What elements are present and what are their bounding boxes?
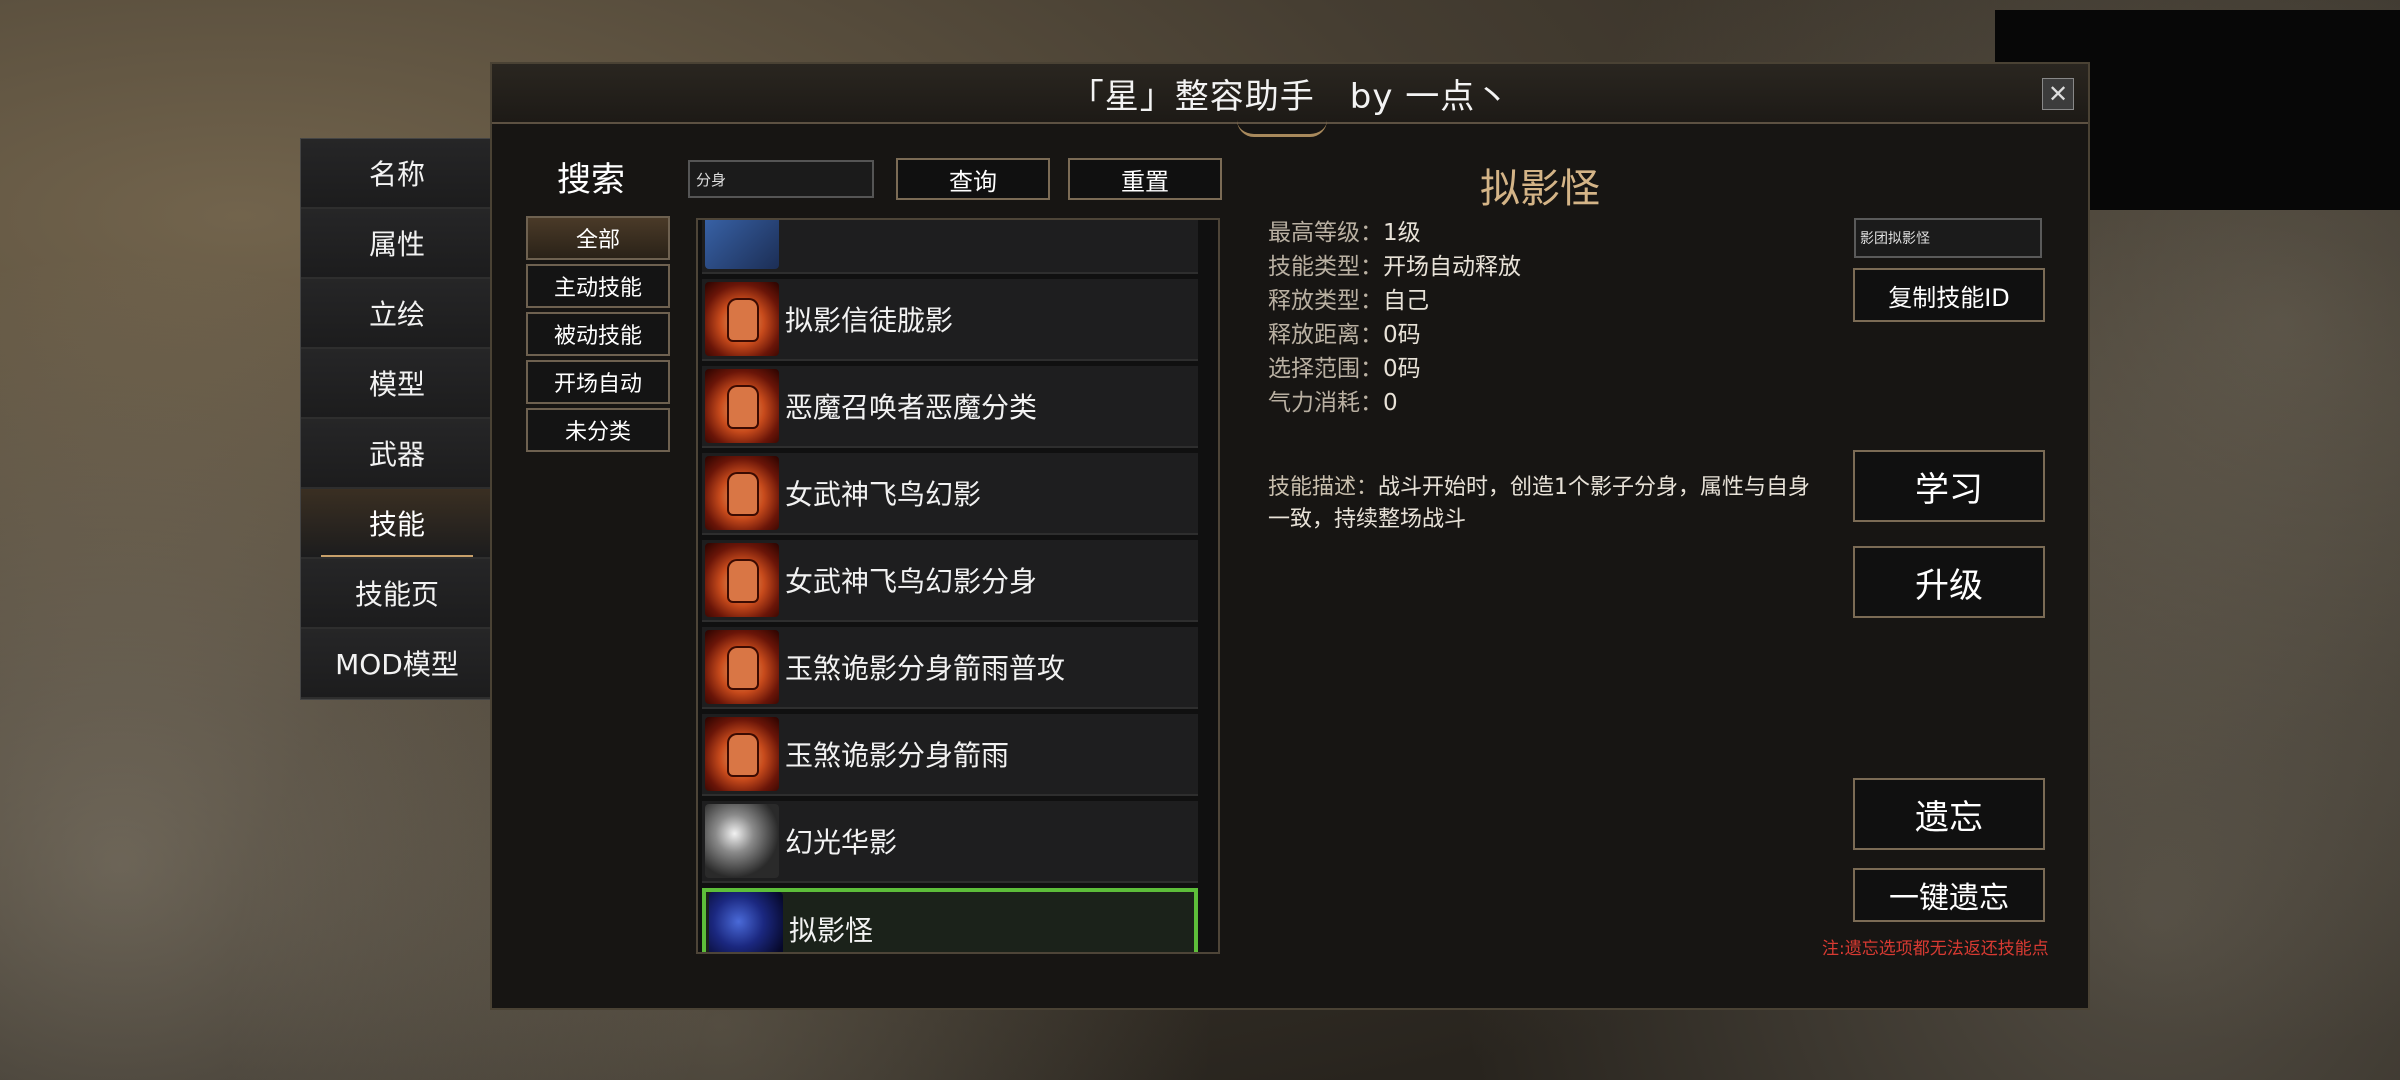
search-label: 搜索 xyxy=(557,160,625,200)
fist-icon xyxy=(705,369,779,443)
filter-passive-skills[interactable]: 被动技能 xyxy=(526,312,670,356)
nav-item-weapon[interactable]: 武器 xyxy=(301,419,493,489)
filter-active-skills[interactable]: 主动技能 xyxy=(526,264,670,308)
title-ornament xyxy=(1237,120,1327,137)
fist-icon xyxy=(705,456,779,530)
skill-list: 拟影信徒胧影 恶魔召唤者恶魔分类 女武神飞鸟幻影 女武神飞鸟幻影分身 玉煞诡影分… xyxy=(696,218,1220,954)
stat-skill-type: 技能类型：开场自动释放 xyxy=(1268,254,1521,280)
shadow-icon xyxy=(709,892,783,952)
upgrade-button[interactable]: 升级 xyxy=(1853,546,2045,618)
nav-item-model[interactable]: 模型 xyxy=(301,349,493,419)
stat-cast-type: 释放类型：自己 xyxy=(1268,288,1429,314)
skill-label: 女武神飞鸟幻影 xyxy=(785,478,982,511)
list-item[interactable]: 玉煞诡影分身箭雨普攻 xyxy=(702,627,1198,709)
stat-max-level: 最高等级：1级 xyxy=(1268,220,1421,246)
skill-label: 拟影怪 xyxy=(789,914,874,947)
fist-icon xyxy=(705,543,779,617)
filter-opening-auto[interactable]: 开场自动 xyxy=(526,360,670,404)
nav-item-name[interactable]: 名称 xyxy=(301,139,493,209)
forget-warning-note: 注:遗忘选项都无法返还技能点 xyxy=(1822,939,2049,959)
light-icon xyxy=(705,804,779,878)
filter-all[interactable]: 全部 xyxy=(526,216,670,260)
forget-button[interactable]: 遗忘 xyxy=(1853,778,2045,850)
skill-label: 玉煞诡影分身箭雨 xyxy=(785,739,1010,772)
category-nav: 名称 属性 立绘 模型 武器 技能 技能页 MOD模型 xyxy=(300,138,494,700)
copy-skill-id-button[interactable]: 复制技能ID xyxy=(1853,268,2045,322)
stat-select-range: 选择范围：0码 xyxy=(1268,356,1421,382)
nav-item-skill-page[interactable]: 技能页 xyxy=(301,559,493,629)
query-button[interactable]: 查询 xyxy=(896,158,1050,200)
skill-stats: 最高等级：1级 技能类型：开场自动释放 释放类型：自己 释放距离：0码 选择范围… xyxy=(1268,216,1521,420)
skill-label: 玉煞诡影分身箭雨普攻 xyxy=(785,652,1066,685)
nav-item-attributes[interactable]: 属性 xyxy=(301,209,493,279)
reset-button[interactable]: 重置 xyxy=(1068,158,1222,200)
list-item[interactable]: 玉煞诡影分身箭雨 xyxy=(702,714,1198,796)
close-icon[interactable]: ✕ xyxy=(2042,78,2074,110)
skill-filter-list: 全部 主动技能 被动技能 开场自动 未分类 xyxy=(526,216,670,456)
title-bar: 「星」整容助手 by 一点丶 xyxy=(492,64,2088,124)
window-title: 「星」整容助手 by 一点丶 xyxy=(1069,76,1511,117)
skill-label: 幻光华影 xyxy=(785,826,898,859)
nav-item-portrait[interactable]: 立绘 xyxy=(301,279,493,349)
filter-uncategorized[interactable]: 未分类 xyxy=(526,408,670,452)
list-item[interactable] xyxy=(702,220,1198,274)
nav-item-skills[interactable]: 技能 xyxy=(301,489,493,559)
fist-icon xyxy=(705,282,779,356)
forget-all-button[interactable]: 一键遗忘 xyxy=(1853,868,2045,922)
list-item[interactable]: 女武神飞鸟幻影 xyxy=(702,453,1198,535)
skill-label: 恶魔召唤者恶魔分类 xyxy=(785,391,1038,424)
search-input[interactable] xyxy=(688,160,874,198)
fist-icon xyxy=(705,717,779,791)
list-item[interactable]: 拟影信徒胧影 xyxy=(702,279,1198,361)
stat-cast-range: 释放距离：0码 xyxy=(1268,322,1421,348)
nav-item-mod-model[interactable]: MOD模型 xyxy=(301,629,493,699)
stat-energy-cost: 气力消耗：0 xyxy=(1268,390,1398,416)
skill-label: 女武神飞鸟幻影分身 xyxy=(785,565,1038,598)
main-panel: 「星」整容助手 by 一点丶 ✕ 搜索 查询 重置 全部 主动技能 被动技能 开… xyxy=(490,62,2090,1010)
list-item[interactable]: 恶魔召唤者恶魔分类 xyxy=(702,366,1198,448)
learn-button[interactable]: 学习 xyxy=(1853,450,2045,522)
skill-description: 技能描述：战斗开始时，创造1个影子分身，属性与自身一致，持续整场战斗 xyxy=(1268,475,1811,532)
list-item[interactable]: 女武神飞鸟幻影分身 xyxy=(702,540,1198,622)
skill-detail-name: 拟影怪 xyxy=(1480,166,1600,212)
skill-id-field[interactable] xyxy=(1854,218,2042,258)
list-item[interactable]: 幻光华影 xyxy=(702,801,1198,883)
blue-icon xyxy=(705,220,779,269)
list-item-selected[interactable]: 拟影怪 xyxy=(702,888,1198,952)
fist-icon xyxy=(705,630,779,704)
skill-label: 拟影信徒胧影 xyxy=(785,304,954,337)
